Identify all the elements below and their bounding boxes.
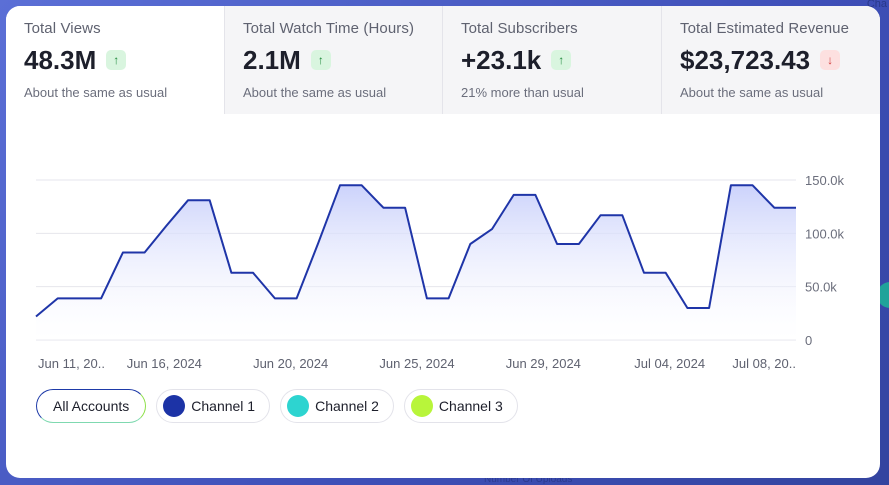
channel-3-button[interactable]: Channel 3 xyxy=(403,389,518,423)
stat-total-revenue[interactable]: Total Estimated Revenue $23,723.43 ↓ Abo… xyxy=(662,6,880,114)
channel-1-button[interactable]: Channel 1 xyxy=(156,389,271,423)
stats-row: Total Views 48.3M ↑ About the same as us… xyxy=(6,6,880,114)
chart-area: 0 50.0k 100.0k 150.0k Jun 11, 20.. Jun 16, 20… xyxy=(6,114,880,384)
x-tick-label: Jun 29, 2024 xyxy=(506,356,581,371)
channel-2-button[interactable]: Channel 2 xyxy=(280,389,394,423)
arrow-up-icon: ↑ xyxy=(310,50,331,70)
channel-2-swatch xyxy=(287,395,310,417)
arrow-down-icon: ↓ xyxy=(820,50,841,70)
area-chart: 0 50.0k 100.0k 150.0k Jun 11, 20.. Jun 16, 20… xyxy=(35,173,845,371)
stat-value: $23,723.43 xyxy=(680,44,811,75)
area-fill xyxy=(36,185,796,340)
x-tick-label: Jun 11, 20.. xyxy=(38,356,105,371)
x-tick-label: Jul 04, 2024 xyxy=(634,356,705,371)
channel-3-swatch xyxy=(410,395,433,417)
arrow-up-icon: ↑ xyxy=(106,50,127,70)
stat-value: 48.3M xyxy=(24,44,97,75)
channel-1-swatch xyxy=(163,395,186,417)
stat-note: About the same as usual xyxy=(680,85,824,100)
stat-label: Total Views xyxy=(24,20,101,37)
y-tick-label: 150.0k xyxy=(805,173,845,188)
all-accounts-button[interactable]: All Accounts xyxy=(36,389,147,423)
analytics-card: Total Views 48.3M ↑ About the same as us… xyxy=(6,6,880,478)
stat-label: Total Estimated Revenue xyxy=(680,20,850,37)
account-filter: All Accounts Channel 1 Channel 2 Channel… xyxy=(36,389,518,423)
arrow-up-icon: ↑ xyxy=(551,50,572,70)
stat-value: +23.1k xyxy=(461,44,542,75)
y-tick-label: 0 xyxy=(805,333,812,348)
y-tick-label: 50.0k xyxy=(805,280,837,295)
channel-label: Channel 3 xyxy=(438,398,503,414)
channel-label: Channel 1 xyxy=(191,398,256,414)
stat-note: About the same as usual xyxy=(24,85,168,100)
stat-note: About the same as usual xyxy=(243,85,387,100)
stat-total-watch-time[interactable]: Total Watch Time (Hours) 2.1M ↑ About th… xyxy=(225,6,443,114)
stat-label: Total Watch Time (Hours) xyxy=(243,20,415,37)
x-tick-label: Jul 08, 20.. xyxy=(732,356,796,371)
y-tick-label: 100.0k xyxy=(805,226,845,241)
stat-note: 21% more than usual xyxy=(461,85,584,100)
x-tick-label: Jun 20, 2024 xyxy=(253,356,328,371)
stat-total-subscribers[interactable]: Total Subscribers +23.1k ↑ 21% more than… xyxy=(443,6,662,114)
x-tick-label: Jun 16, 2024 xyxy=(127,356,202,371)
stat-value: 2.1M xyxy=(243,44,301,75)
stat-label: Total Subscribers xyxy=(461,20,578,37)
channel-label: Channel 2 xyxy=(315,398,379,414)
x-tick-label: Jun 25, 2024 xyxy=(379,356,454,371)
stat-total-views[interactable]: Total Views 48.3M ↑ About the same as us… xyxy=(6,6,225,114)
